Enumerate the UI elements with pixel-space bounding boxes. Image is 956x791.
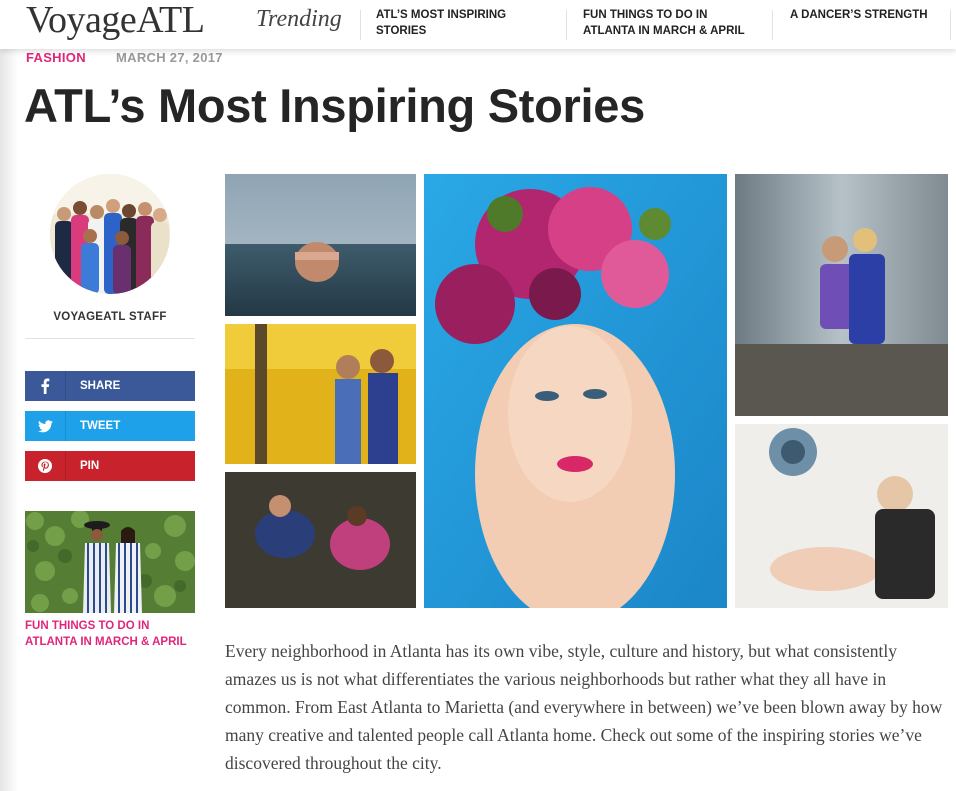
facebook-share-button[interactable]: SHARE: [25, 371, 195, 401]
button-divider: [65, 451, 66, 481]
pin-label: PIN: [80, 460, 100, 472]
related-post-image: [25, 511, 195, 613]
nav-divider: [772, 10, 773, 40]
twitter-icon: [25, 411, 65, 441]
trending-label: Trending: [256, 6, 342, 32]
article-body: Every neighborhood in Atlanta has its ow…: [225, 641, 943, 773]
author-name[interactable]: VOYAGEATL STAFF: [25, 311, 195, 323]
twitter-share-button[interactable]: TWEET: [25, 411, 195, 441]
pinterest-icon: [25, 451, 65, 481]
nav-link-label: FUN THINGS TO DO IN ATLANTA IN MARCH & A…: [583, 9, 745, 37]
nav-link-fun-things[interactable]: FUN THINGS TO DO IN ATLANTA IN MARCH & A…: [583, 7, 761, 39]
group-photo-image: [50, 174, 170, 294]
ghost-nav-text: ··········: [285, 0, 322, 4]
share-label: SHARE: [80, 380, 121, 392]
related-post-title[interactable]: FUN THINGS TO DO IN ATLANTA IN MARCH & A…: [25, 618, 195, 650]
nav-link-dancers-strength[interactable]: A DANCER’S STRENGTH: [790, 7, 928, 23]
nav-link-label: ATL’S MOST INSPIRING STORIES: [376, 9, 507, 37]
nav-divider: [360, 10, 361, 40]
category-link[interactable]: FASHION: [26, 50, 86, 65]
post-date: MARCH 27, 2017: [116, 50, 223, 65]
nav-divider: [950, 10, 951, 40]
author-avatar[interactable]: [50, 174, 170, 294]
tweet-label: TWEET: [80, 420, 121, 432]
author-divider: [25, 338, 195, 339]
facebook-icon: [25, 371, 65, 401]
article-title: ATL’s Most Inspiring Stories: [24, 79, 645, 132]
related-post-thumbnail[interactable]: [25, 511, 195, 613]
pinterest-share-button[interactable]: PIN: [25, 451, 195, 481]
button-divider: [65, 371, 66, 401]
site-logo[interactable]: VoyageATL: [26, 0, 205, 42]
page-edge-shadow: [0, 0, 18, 791]
site-header: VoyageATL ·········· Trending ATL’S MOST…: [0, 0, 956, 49]
nav-divider: [566, 10, 567, 40]
button-divider: [65, 411, 66, 441]
hero-collage: [225, 174, 948, 608]
hero-image: [225, 174, 948, 608]
nav-link-inspiring-stories[interactable]: ATL’S MOST INSPIRING STORIES: [376, 7, 526, 39]
